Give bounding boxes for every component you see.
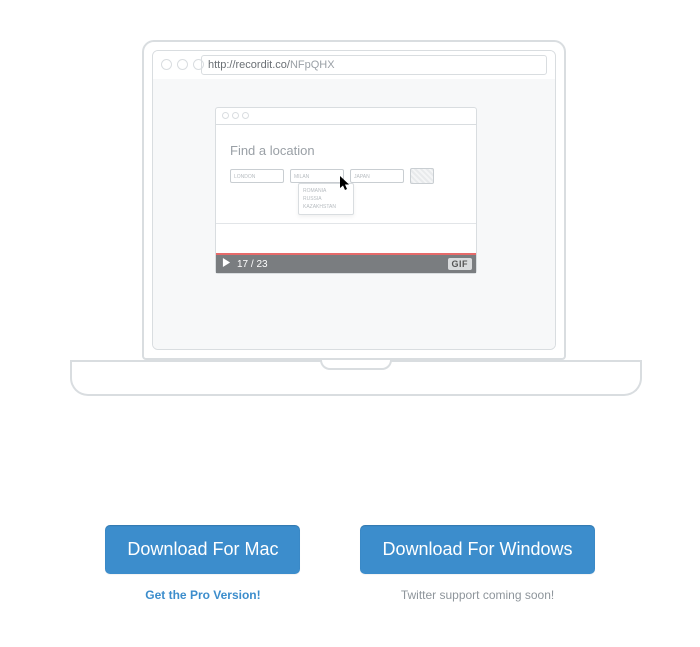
download-mac-button[interactable]: Download For Mac (105, 525, 300, 574)
gif-button[interactable]: GIF (448, 258, 473, 270)
browser-toolbar: http://recordit.co/NFpQHX (153, 51, 555, 80)
url-path: NFpQHX (290, 59, 335, 71)
window-controls (161, 59, 204, 70)
submit-icon (410, 168, 434, 184)
twitter-support-text: Twitter support coming soon! (401, 588, 554, 602)
download-windows-column: Download For Windows Twitter support com… (360, 525, 594, 602)
frame-counter: 17 / 23 (237, 259, 268, 270)
window-close-icon (161, 59, 172, 70)
download-section: Download For Mac Get the Pro Version! Do… (0, 525, 700, 602)
window-minimize-icon (177, 59, 188, 70)
address-bar[interactable]: http://recordit.co/NFpQHX (201, 55, 547, 75)
download-mac-column: Download For Mac Get the Pro Version! (105, 525, 300, 602)
download-windows-button[interactable]: Download For Windows (360, 525, 594, 574)
pro-version-link[interactable]: Get the Pro Version! (145, 588, 260, 602)
laptop-screen: http://recordit.co/NFpQHX Find a locatio… (152, 50, 556, 350)
browser-viewport: Find a location LONDON MILAN JAPAN ROMAN… (153, 79, 555, 349)
url-host: http://recordit.co/ (208, 59, 290, 71)
player-bar[interactable]: 17 / 23 GIF (216, 253, 476, 273)
location-input-3: JAPAN (350, 169, 404, 183)
location-input-2: MILAN (290, 169, 344, 183)
recording-preview: Find a location LONDON MILAN JAPAN ROMAN… (215, 107, 477, 274)
laptop-screen-bezel: http://recordit.co/NFpQHX Find a locatio… (142, 40, 566, 360)
dropdown-option: KAZAKHSTAN (303, 203, 349, 211)
preview-title: Find a location (230, 143, 462, 158)
cursor-icon (340, 176, 352, 197)
laptop-notch (320, 360, 392, 370)
preview-window-chrome (216, 108, 476, 125)
location-input-1: LONDON (230, 169, 284, 183)
laptop-illustration: http://recordit.co/NFpQHX Find a locatio… (70, 0, 630, 420)
play-icon[interactable] (222, 258, 231, 270)
preview-body: Find a location LONDON MILAN JAPAN ROMAN… (216, 125, 476, 256)
divider (216, 223, 476, 224)
